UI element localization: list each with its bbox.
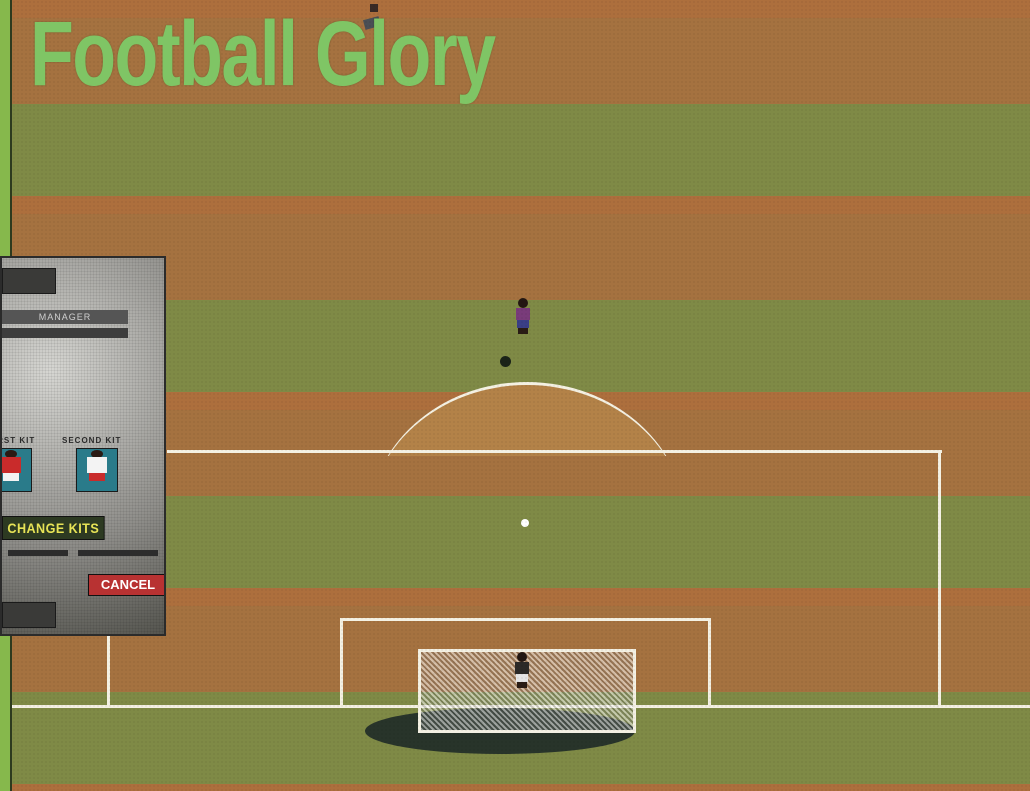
second-kit-shirt <box>87 457 107 473</box>
second-kit-shorts <box>89 473 105 481</box>
six-yard-box-right-line <box>708 618 711 706</box>
panel-top-bar <box>2 268 56 294</box>
first-kit-preview[interactable] <box>2 448 32 492</box>
second-kit-label: SECOND KIT <box>62 436 122 445</box>
panel-noise-line <box>78 550 158 556</box>
goalkeeper-legs <box>517 682 527 688</box>
penalty-spot <box>521 519 529 527</box>
goalkeeper <box>514 652 530 688</box>
goalkeeper-shorts <box>516 674 528 682</box>
penalty-box-right-line <box>938 450 941 706</box>
panel-noise-line <box>8 550 68 556</box>
striker-legs <box>518 328 528 334</box>
game-title: Football Glory <box>30 3 496 105</box>
goalkeeper-head <box>517 652 527 662</box>
striker-head <box>518 298 528 308</box>
football-ball[interactable] <box>500 356 511 367</box>
second-kit-preview[interactable] <box>76 448 118 492</box>
cancel-button[interactable]: CANCEL <box>88 574 164 596</box>
manager-name-field <box>2 328 128 338</box>
striker-shorts <box>517 320 529 328</box>
striker-shirt <box>516 308 530 320</box>
striker-player[interactable] <box>515 298 531 334</box>
goalkeeper-shirt <box>515 662 529 674</box>
kit-selection-panel: MANAGER FIRST KIT SECOND KIT CHANGE KITS… <box>0 256 166 636</box>
six-yard-box-top-line <box>340 618 710 621</box>
change-kits-button[interactable]: CHANGE KITS <box>2 516 105 540</box>
penalty-arc <box>368 382 686 456</box>
manager-label: MANAGER <box>2 310 128 324</box>
six-yard-box-left-line <box>340 618 343 706</box>
first-kit-shorts <box>3 473 19 481</box>
game-screen: Football Glory MANAGER FIRST KIT SECOND … <box>0 0 1030 791</box>
first-kit-label: FIRST KIT <box>2 436 36 445</box>
first-kit-shirt <box>2 457 21 473</box>
panel-bottom-bar <box>2 602 56 628</box>
penalty-box-top-line <box>167 450 942 453</box>
